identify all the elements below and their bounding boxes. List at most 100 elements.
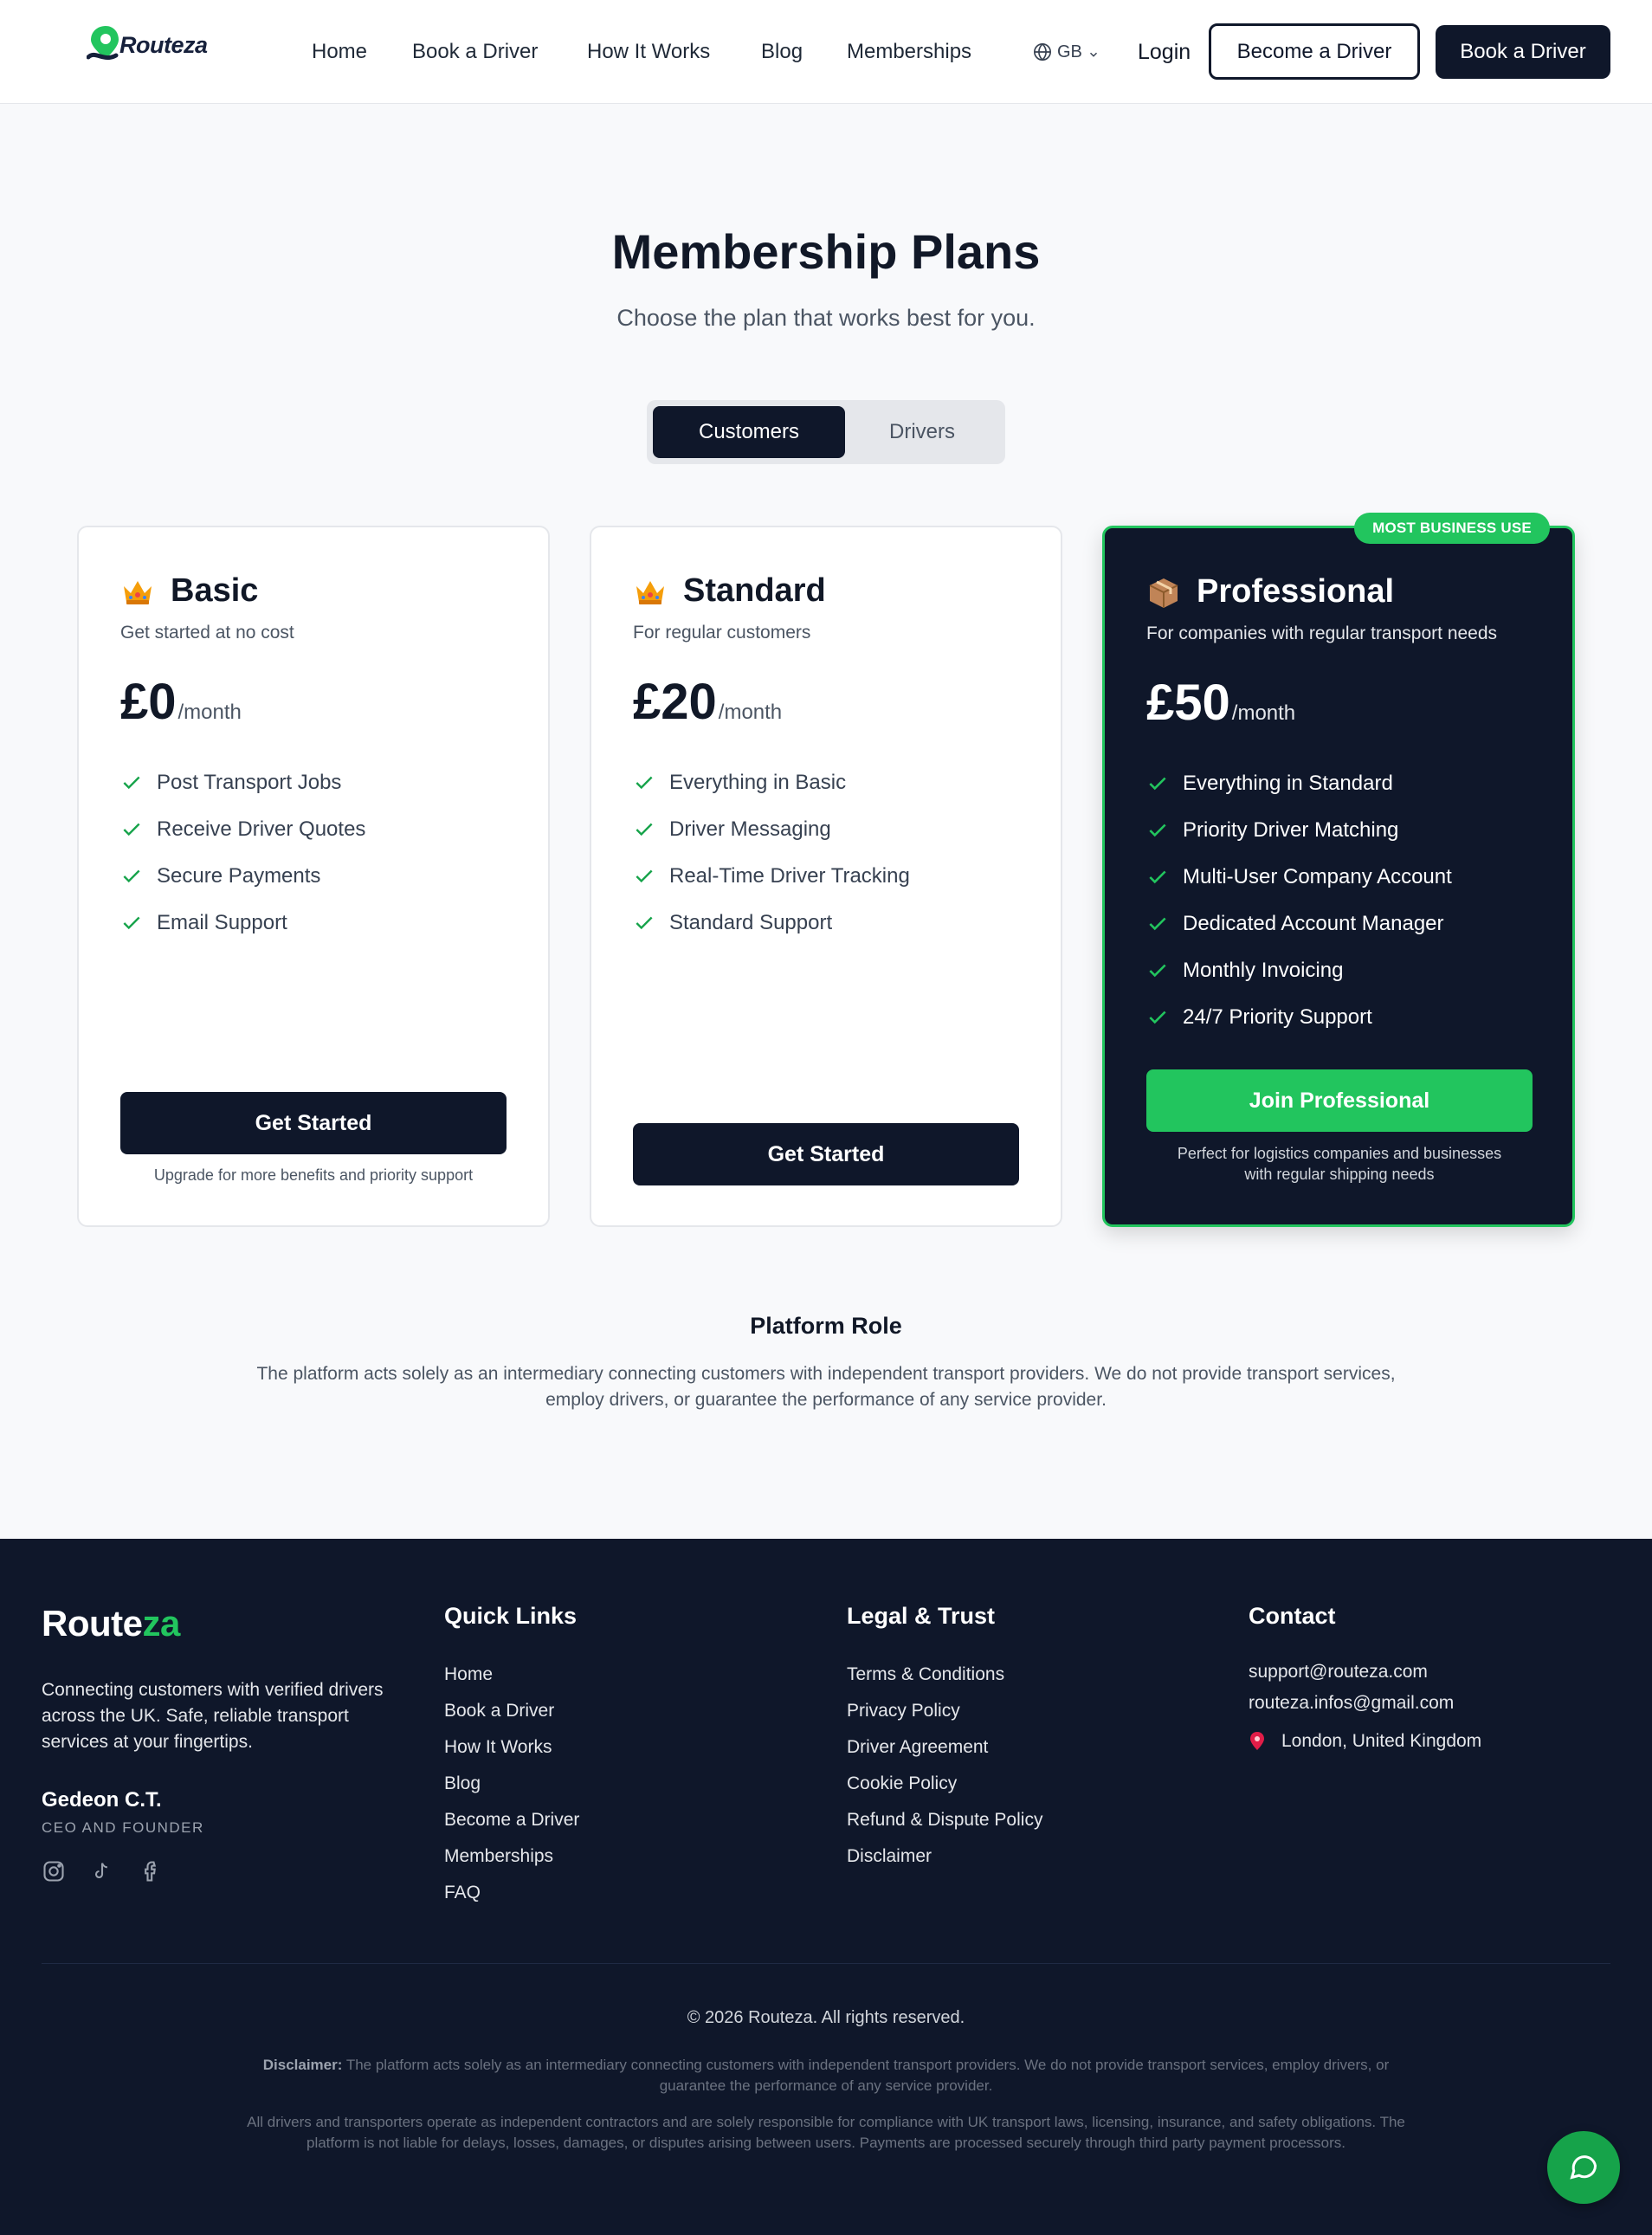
crown-icon (633, 574, 668, 609)
plan-card-professional: Professional For companies with regular … (1102, 526, 1575, 1227)
check-icon (633, 865, 655, 888)
plan-description: Get started at no cost (120, 623, 294, 643)
chat-button[interactable] (1547, 2131, 1620, 2204)
check-icon (1146, 866, 1169, 888)
book-driver-button[interactable]: Book a Driver (1436, 25, 1610, 79)
plan-price: £50 /month (1146, 674, 1295, 732)
route-pin-icon (86, 24, 121, 66)
footer-link-faq[interactable]: FAQ (444, 1875, 579, 1911)
check-icon (1146, 772, 1169, 795)
feature-item: Multi-User Company Account (1146, 854, 1452, 901)
support-email-link[interactable]: support@routeza.com (1249, 1657, 1454, 1688)
check-icon (1146, 819, 1169, 842)
feature-item: Receive Driver Quotes (120, 806, 365, 853)
chat-bubble-icon (1568, 2150, 1599, 2186)
plan-name: Standard (683, 572, 826, 609)
feature-list: Everything in Standard Priority Driver M… (1146, 760, 1452, 1041)
feature-item: Email Support (120, 900, 365, 946)
social-links (42, 1859, 163, 1883)
info-email-link[interactable]: routeza.infos@gmail.com (1249, 1688, 1454, 1719)
plan-header: Professional (1146, 573, 1394, 610)
footer-logo[interactable]: Routeza (42, 1603, 180, 1644)
map-pin-icon (1249, 1731, 1266, 1752)
check-icon (1146, 913, 1169, 935)
plan-name: Basic (171, 572, 259, 609)
nav-home[interactable]: Home (312, 0, 367, 104)
plan-card-basic: Basic Get started at no cost £0 /month P… (77, 526, 550, 1227)
nav-how-it-works[interactable]: How It Works (587, 0, 710, 104)
check-icon (1146, 1006, 1169, 1029)
feature-item: Priority Driver Matching (1146, 807, 1452, 854)
footer-link-driver-agreement[interactable]: Driver Agreement (847, 1729, 1042, 1766)
plan-name: Professional (1197, 573, 1395, 610)
plan-note: Perfect for logistics companies and busi… (1177, 1145, 1502, 1183)
audience-toggle: Customers Drivers (647, 400, 1005, 464)
site-footer: Routeza Connecting customers with verifi… (0, 1539, 1652, 2235)
get-started-button[interactable]: Get Started (633, 1123, 1019, 1185)
legal-title: Legal & Trust (847, 1603, 996, 1629)
plan-description: For companies with regular transport nee… (1146, 623, 1498, 643)
language-code: GB (1057, 42, 1082, 61)
nav-blog[interactable]: Blog (761, 0, 803, 104)
platform-role-title: Platform Role (750, 1313, 902, 1339)
site-header: Routeza Home Book a Driver How It Works … (0, 0, 1652, 104)
feature-item: Everything in Basic (633, 759, 910, 806)
feature-item: Driver Messaging (633, 806, 910, 853)
contact-location: London, United Kingdom (1249, 1731, 1481, 1752)
price-amount: £0 (120, 674, 177, 730)
join-professional-button[interactable]: Join Professional (1146, 1069, 1533, 1132)
nav-book-a-driver[interactable]: Book a Driver (412, 0, 538, 104)
get-started-button[interactable]: Get Started (120, 1092, 507, 1154)
plan-price: £0 /month (120, 673, 242, 731)
language-selector[interactable]: GB (1033, 0, 1100, 104)
price-period: /month (718, 701, 783, 724)
quick-links-title: Quick Links (444, 1603, 578, 1629)
legal-links-list: Terms & Conditions Privacy Policy Driver… (847, 1657, 1042, 1875)
toggle-customers[interactable]: Customers (653, 406, 845, 458)
check-icon (120, 912, 143, 934)
check-icon (633, 912, 655, 934)
price-period: /month (177, 701, 242, 724)
footer-link-memberships[interactable]: Memberships (444, 1838, 579, 1875)
footer-link-refund-policy[interactable]: Refund & Dispute Policy (847, 1802, 1042, 1838)
check-icon (120, 865, 143, 888)
feature-list: Everything in Basic Driver Messaging Rea… (633, 759, 910, 946)
crown-icon (120, 574, 155, 609)
instagram-icon[interactable] (42, 1859, 66, 1883)
footer-about: Connecting customers with verified drive… (42, 1680, 384, 1752)
toggle-drivers[interactable]: Drivers (845, 406, 999, 458)
plan-note: Upgrade for more benefits and priority s… (153, 1166, 474, 1184)
feature-item: 24/7 Priority Support (1146, 994, 1452, 1041)
footer-link-blog[interactable]: Blog (444, 1766, 579, 1802)
price-amount: £20 (633, 674, 717, 730)
facebook-icon[interactable] (139, 1859, 163, 1883)
chevron-down-icon (1087, 46, 1100, 58)
footer-link-terms[interactable]: Terms & Conditions (847, 1657, 1042, 1693)
copyright: © 2026 Routeza. All rights reserved. (687, 2008, 965, 2027)
footer-divider (42, 1963, 1610, 1964)
tiktok-icon[interactable] (90, 1859, 114, 1883)
plan-card-standard: Standard For regular customers £20 /mont… (590, 526, 1062, 1227)
footer-link-privacy[interactable]: Privacy Policy (847, 1693, 1042, 1729)
page-subtitle: Choose the plan that works best for you. (616, 305, 1036, 331)
feature-item: Standard Support (633, 900, 910, 946)
footer-link-disclaimer[interactable]: Disclaimer (847, 1838, 1042, 1875)
contact-emails: support@routeza.com routeza.infos@gmail.… (1249, 1657, 1454, 1719)
brand-logo[interactable]: Routeza (86, 24, 208, 66)
footer-link-home[interactable]: Home (444, 1657, 579, 1693)
page-title: Membership Plans (611, 224, 1041, 279)
login-link[interactable]: Login (1138, 0, 1191, 104)
check-icon (120, 818, 143, 841)
contact-title: Contact (1249, 1603, 1336, 1629)
footer-link-how-it-works[interactable]: How It Works (444, 1729, 579, 1766)
globe-icon (1033, 42, 1052, 61)
feature-item: Post Transport Jobs (120, 759, 365, 806)
footer-link-become-a-driver[interactable]: Become a Driver (444, 1802, 579, 1838)
footer-link-cookie-policy[interactable]: Cookie Policy (847, 1766, 1042, 1802)
platform-role-text: The platform acts solely as an intermedi… (256, 1364, 1396, 1410)
footer-disclaimer: Disclaimer: The platform acts solely as … (262, 2057, 1390, 2094)
nav-memberships[interactable]: Memberships (847, 0, 971, 104)
become-driver-button[interactable]: Become a Driver (1209, 23, 1420, 80)
founder-role: CEO AND FOUNDER (42, 1819, 204, 1836)
footer-link-book-a-driver[interactable]: Book a Driver (444, 1693, 579, 1729)
